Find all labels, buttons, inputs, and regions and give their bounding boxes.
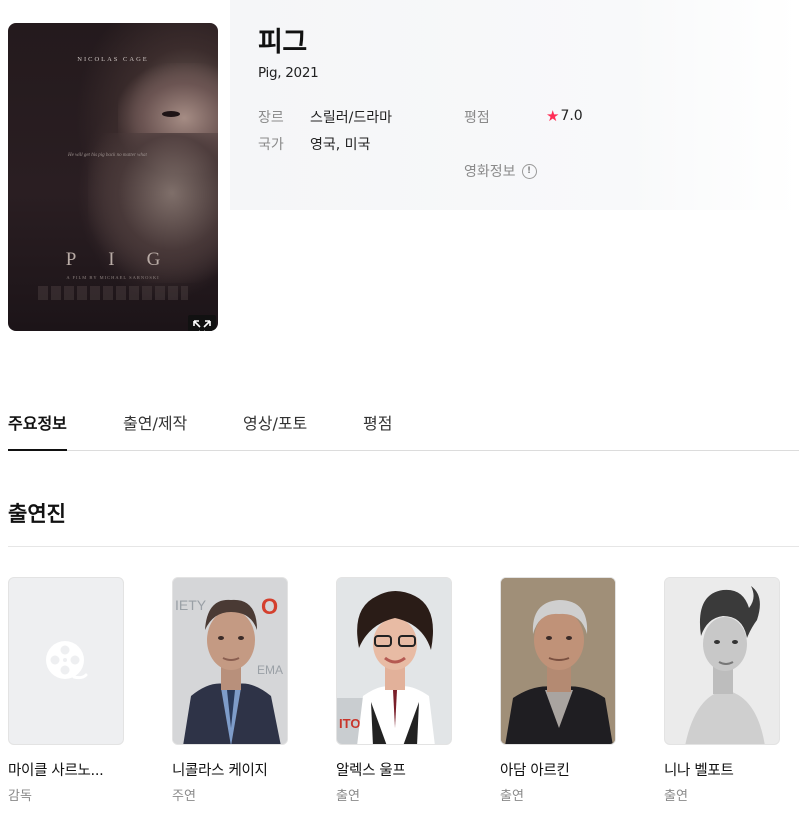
poster-actor-name: NICOLAS CAGE — [77, 56, 149, 63]
svg-text:ITO: ITO — [339, 716, 360, 731]
cast-section-title: 출연진 — [8, 502, 66, 526]
cast-role: 주연 — [172, 789, 196, 804]
movie-info-link[interactable]: 영화정보 ! — [464, 161, 537, 181]
poster-title: PIG — [65, 249, 193, 270]
expand-poster-button[interactable] — [188, 315, 216, 331]
cast-member-card[interactable]: 마이클 사르노... 감독 — [8, 577, 124, 804]
poster-eye-art — [162, 111, 180, 117]
cast-role: 출연 — [336, 789, 360, 804]
cast-name: 마이클 사르노... — [8, 763, 104, 779]
tab-bar: 주요정보 출연/제작 영상/포토 평점 — [8, 400, 799, 451]
tab-video-photo[interactable]: 영상/포토 — [243, 400, 307, 451]
expand-arrows-icon — [193, 320, 211, 331]
cast-name: 니콜라스 케이지 — [172, 763, 268, 779]
cast-role: 감독 — [8, 789, 32, 804]
poster-tagline: He will get his pig back no matter what — [68, 153, 147, 158]
cast-photo-placeholder — [8, 577, 124, 745]
cast-photo: ITO — [336, 577, 452, 745]
country-value: 영국, 미국 — [310, 137, 371, 153]
cast-member-card[interactable]: 아담 아르킨 출연 — [500, 577, 616, 804]
genre-value: 스릴러/드라마 — [310, 110, 392, 126]
film-reel-icon — [46, 641, 88, 680]
portrait-image: IETY O EMA — [173, 578, 287, 744]
svg-text:IETY: IETY — [175, 597, 207, 613]
country-label: 국가 — [258, 137, 284, 153]
rating-value-group: ★ 7.0 — [546, 107, 583, 125]
cast-name: 알렉스 울프 — [336, 763, 406, 779]
portrait-image: ITO — [337, 578, 451, 744]
movie-info-label: 영화정보 — [464, 164, 516, 180]
cast-photo — [664, 577, 780, 745]
cast-role: 출연 — [500, 789, 524, 804]
info-circle-icon: ! — [521, 163, 537, 179]
cast-member-card[interactable]: ITO 알렉스 울프 출연 — [336, 577, 452, 804]
star-icon: ★ — [546, 107, 560, 125]
genre-label: 장르 — [258, 110, 284, 126]
section-divider — [8, 546, 799, 547]
original-title-year: Pig, 2021 — [258, 65, 319, 81]
tab-main-info[interactable]: 주요정보 — [8, 400, 67, 451]
cast-member-card[interactable]: IETY O EMA 니콜라스 케이지 주연 — [172, 577, 288, 804]
movie-poster[interactable]: NICOLAS CAGE He will get his pig back no… — [8, 23, 218, 331]
portrait-image — [501, 578, 615, 744]
cast-photo: IETY O EMA — [172, 577, 288, 745]
cast-member-card[interactable]: 니나 벨포트 출연 — [664, 577, 780, 804]
poster-credit: A FILM BY MICHAEL SARNOSKI — [66, 275, 160, 280]
cast-role: 출연 — [664, 789, 688, 804]
svg-text:EMA: EMA — [257, 663, 283, 677]
rating-label: 평점 — [464, 110, 490, 126]
poster-billing-block — [38, 286, 188, 300]
svg-text:O: O — [261, 594, 278, 619]
cast-name: 니나 벨포트 — [664, 763, 734, 779]
cast-name: 아담 아르킨 — [500, 763, 570, 779]
tab-cast-crew[interactable]: 출연/제작 — [123, 400, 187, 451]
cast-photo — [500, 577, 616, 745]
rating-value: 7.0 — [560, 108, 583, 124]
tab-rating[interactable]: 평점 — [363, 400, 392, 451]
portrait-image — [665, 578, 779, 744]
page-title: 피그 — [258, 27, 307, 58]
